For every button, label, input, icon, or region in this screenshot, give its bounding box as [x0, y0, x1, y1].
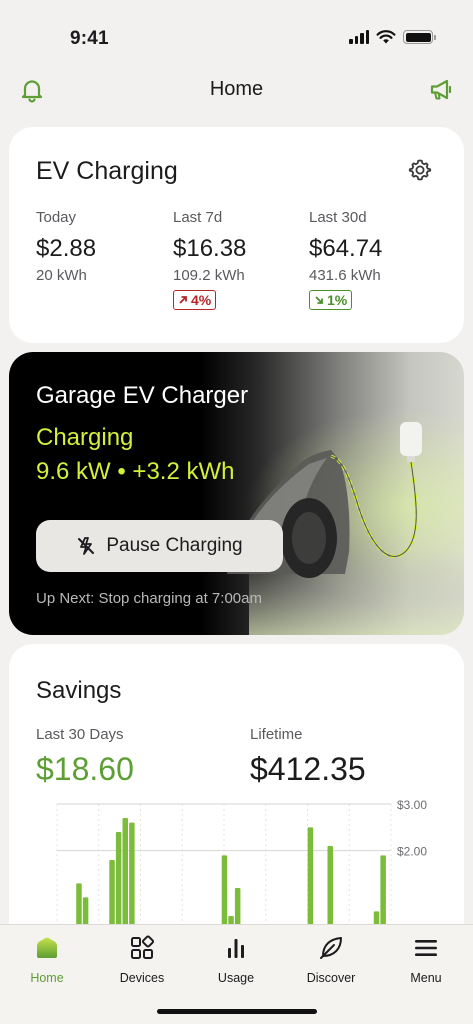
stat-last-7d: Last 7d $16.38 109.2 kWh 4% [173, 209, 246, 310]
stat-label: Last 7d [173, 209, 223, 226]
devices-icon [131, 935, 155, 959]
chart-bar [307, 827, 314, 934]
arrow-down-right-icon [315, 296, 323, 304]
savings-last-30: Last 30 Days $18.60 [36, 726, 134, 788]
charger-status: Charging [36, 424, 134, 451]
stat-value: $16.38 [173, 235, 247, 262]
up-next-text: Up Next: Stop charging at 7:00am [36, 590, 262, 607]
status-bar: 9:41 [0, 0, 473, 60]
pause-charging-label: Pause Charging [106, 535, 243, 556]
home-icon [37, 937, 57, 958]
tab-menu[interactable]: Menu [386, 935, 466, 985]
savings-title: Savings [36, 677, 122, 704]
ev-charging-card[interactable]: EV Charging Today $2.88 20 kWh Last 7d $… [9, 127, 464, 343]
stat-value: $2.88 [36, 235, 97, 262]
menu-icon [415, 940, 437, 956]
tab-label: Usage [217, 971, 255, 985]
chart-bar [327, 846, 333, 934]
chart-bar [109, 860, 115, 934]
tab-home[interactable]: Home [7, 935, 87, 985]
tab-label: Devices [119, 971, 165, 985]
chart-bar [115, 832, 122, 934]
change-value: 1% [327, 292, 348, 308]
tab-label: Discover [306, 971, 356, 985]
charger-name: Garage EV Charger [36, 382, 249, 409]
battery-icon [403, 30, 436, 44]
chart-y-tick-label: $2.00 [397, 845, 427, 859]
stat-energy: 20 kWh [36, 267, 87, 284]
leaf-icon [320, 937, 342, 959]
gear-icon[interactable] [408, 158, 432, 182]
stat-label: Last 30d [309, 209, 367, 226]
stat-today: Today $2.88 20 kWh [36, 209, 96, 284]
status-icons [349, 30, 436, 44]
header: Home [0, 68, 473, 112]
arrow-up-right-icon [179, 296, 187, 304]
stat-energy: 431.6 kWh [309, 267, 381, 284]
change-value: 4% [191, 292, 212, 308]
chart-bar [129, 822, 135, 934]
charger-power: 9.6 kW • +3.2 kWh [36, 458, 235, 485]
savings-label: Last 30 Days [36, 726, 124, 743]
chart-y-tick-label: $3.00 [397, 798, 427, 812]
stat-energy: 109.2 kWh [173, 267, 245, 284]
wifi-icon [376, 30, 396, 44]
tab-label: Home [30, 971, 64, 985]
savings-value: $412.35 [250, 751, 366, 787]
ev-charging-title: EV Charging [36, 157, 178, 185]
charger-card[interactable]: Garage EV Charger Charging 9.6 kW • +3.2… [9, 352, 464, 635]
chart-bar [380, 855, 386, 934]
stat-last-30d: Last 30d $64.74 431.6 kWh 1% [309, 209, 382, 310]
change-badge-up: 4% [173, 290, 217, 310]
page-title: Home [209, 78, 264, 100]
status-time: 9:41 [70, 28, 109, 49]
savings-label: Lifetime [250, 726, 303, 743]
chart-bar [122, 818, 129, 934]
savings-lifetime: Lifetime $412.35 [250, 726, 366, 788]
home-indicator [157, 1009, 317, 1014]
pause-charging-button[interactable]: Pause Charging [36, 520, 283, 572]
chart-bar [221, 855, 228, 934]
change-badge-down: 1% [309, 290, 353, 310]
savings-bar-chart: $3.00 $2.00 [56, 798, 427, 934]
tab-label: Menu [410, 971, 442, 985]
power-off-icon [78, 537, 95, 555]
stat-label: Today [36, 209, 77, 226]
usage-icon [228, 939, 244, 958]
tab-discover[interactable]: Discover [291, 935, 371, 985]
megaphone-icon[interactable] [427, 76, 455, 104]
signal-icon [349, 30, 369, 44]
savings-value: $18.60 [36, 751, 134, 787]
tab-usage[interactable]: Usage [196, 935, 276, 985]
stat-value: $64.74 [309, 235, 383, 262]
tab-devices[interactable]: Devices [102, 935, 182, 985]
